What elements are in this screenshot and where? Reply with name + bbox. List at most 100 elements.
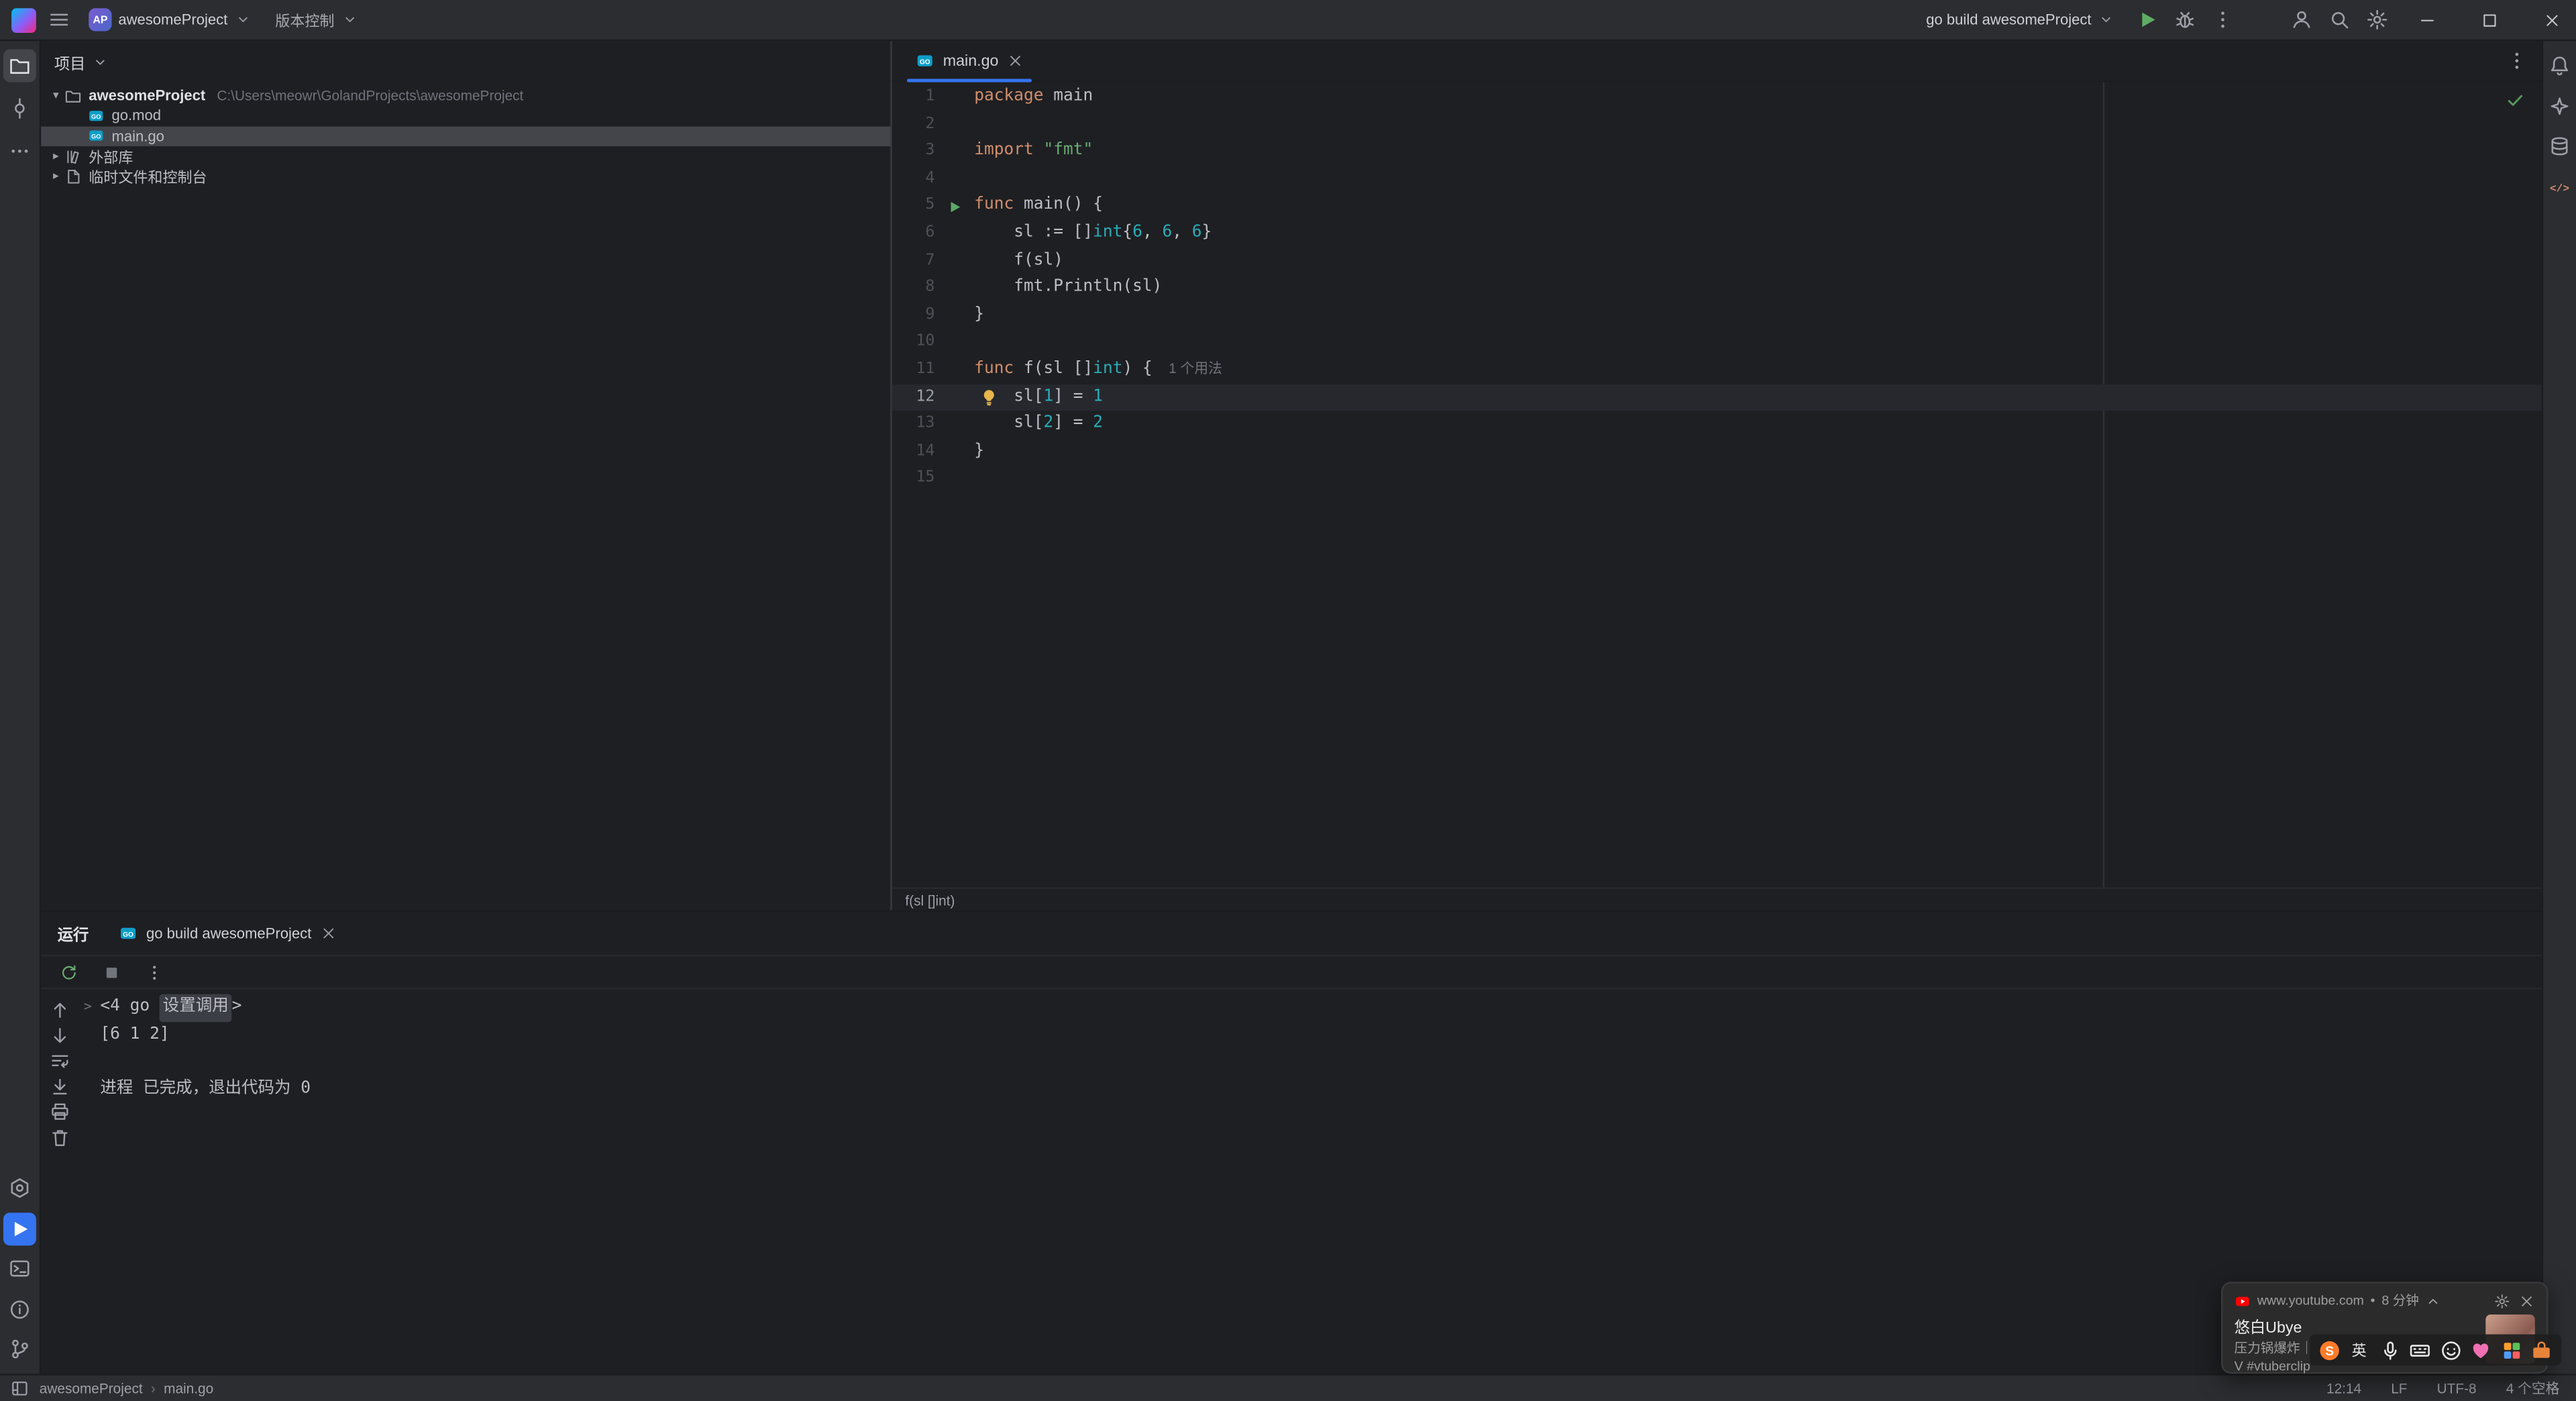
tree-item[interactable]: GO main.go: [41, 125, 891, 146]
code-line[interactable]: 11 func f(sl []int) {1 个用法: [892, 356, 2542, 384]
maximize-button[interactable]: [2466, 0, 2514, 40]
ai-assistant-button[interactable]: [2543, 89, 2576, 122]
run-tab[interactable]: GO go build awesomeProject: [118, 923, 336, 943]
chevron-up-icon[interactable]: [2426, 1292, 2442, 1308]
soft-wrap-button[interactable]: [48, 1050, 70, 1072]
ime-apps-grid-icon[interactable]: [2499, 1337, 2524, 1362]
run-line-icon[interactable]: [947, 199, 963, 215]
ime-emoji-icon[interactable]: [2438, 1337, 2463, 1362]
problems-tool-button[interactable]: [3, 1292, 36, 1325]
tree-item-label: 外部库: [89, 148, 133, 166]
close-tab-icon[interactable]: [320, 925, 336, 941]
debug-button[interactable]: [2174, 8, 2196, 31]
statusbar-crumb[interactable]: awesomeProject: [40, 1380, 143, 1396]
code-token: sl := []: [974, 223, 1093, 242]
ime-lang-mode[interactable]: 英: [2347, 1337, 2371, 1362]
close-tab-icon[interactable]: [1007, 52, 1023, 68]
code-line[interactable]: 14}: [892, 438, 2542, 466]
code-line[interactable]: 6 sl := []int{6, 6, 6}: [892, 220, 2542, 248]
svg-text:GO: GO: [123, 931, 133, 939]
project-tool-button[interactable]: [3, 49, 36, 83]
code-line[interactable]: 4: [892, 166, 2542, 193]
sogou-logo-icon[interactable]: S: [2316, 1337, 2341, 1362]
code-line[interactable]: 1 package main: [892, 84, 2542, 111]
chevron-right-icon[interactable]: ▸: [48, 150, 64, 162]
code-token: f(sl []: [1014, 360, 1093, 379]
code-line[interactable]: 7 f(sl): [892, 248, 2542, 275]
code-line[interactable]: 13 sl[2] = 2: [892, 411, 2542, 439]
more-tool-windows-button[interactable]: [3, 135, 36, 168]
ime-toolbox-icon[interactable]: [2529, 1337, 2554, 1362]
code-text: func main() {: [974, 193, 1103, 220]
commit-tool-button[interactable]: [3, 92, 36, 125]
console-line[interactable]: 进程 已完成，退出代码为 0: [84, 1076, 2542, 1104]
main-menu-button[interactable]: [48, 8, 70, 31]
editor-body[interactable]: 1 package main 2 3 import "fmt" 4 5 func main()…: [892, 82, 2542, 888]
scroll-to-end-button[interactable]: [48, 1076, 70, 1098]
terminal-tool-button[interactable]: [3, 1252, 36, 1285]
code-line[interactable]: 15: [892, 466, 2542, 493]
console-line[interactable]: > <4 go 设置调用 >: [84, 994, 2542, 1022]
intention-bulb-icon[interactable]: [979, 387, 999, 407]
more-actions-button[interactable]: [2211, 8, 2234, 31]
tree-item[interactable]: ▸ 临时文件和控制台: [41, 166, 890, 187]
close-button[interactable]: [2528, 0, 2576, 40]
editor-tab-main-go[interactable]: GO main.go: [900, 40, 1038, 82]
run-button[interactable]: [2136, 8, 2159, 31]
search-everywhere-button[interactable]: [2328, 8, 2351, 31]
console-line[interactable]: [6 1 2]: [84, 1021, 2542, 1049]
services-tool-button[interactable]: [3, 1172, 36, 1204]
editor-tab-options-icon[interactable]: [2506, 49, 2528, 72]
print-button[interactable]: [48, 1102, 70, 1123]
clear-all-button[interactable]: [48, 1127, 70, 1149]
vcs-widget[interactable]: 版本控制: [268, 6, 364, 34]
goland-logo-icon[interactable]: [11, 7, 36, 32]
tree-item[interactable]: ▸ 外部库: [41, 146, 890, 166]
chevron-down-icon[interactable]: [92, 54, 108, 70]
next-occurrence-button[interactable]: [48, 1025, 70, 1046]
endpoints-button[interactable]: </>: [2543, 170, 2576, 203]
code-line[interactable]: 9}: [892, 302, 2542, 329]
indent-widget[interactable]: 4 个空格: [2506, 1379, 2560, 1398]
ime-keyboard-icon[interactable]: [2408, 1337, 2432, 1362]
ime-mic-icon[interactable]: [2377, 1337, 2402, 1362]
fold-toggle-icon[interactable]: >: [84, 994, 100, 1022]
code-line[interactable]: 12 sl[1] = 1: [892, 383, 2542, 411]
settings-button[interactable]: [2366, 8, 2389, 31]
run-tool-button[interactable]: [3, 1212, 36, 1245]
chevron-right-icon[interactable]: ▸: [48, 170, 64, 183]
tree-item[interactable]: ▾ awesomeProject C:\Users\meowr\GolandProj…: [41, 85, 890, 105]
prev-occurrence-button[interactable]: [48, 999, 70, 1021]
line-separator-widget[interactable]: LF: [2391, 1380, 2407, 1396]
notification-close-icon[interactable]: [2518, 1292, 2534, 1308]
code-line[interactable]: 2: [892, 111, 2542, 139]
statusbar-crumb[interactable]: main.go: [164, 1380, 213, 1396]
vcs-branch-tool-button[interactable]: [3, 1333, 36, 1365]
code-with-me-button[interactable]: [2290, 8, 2313, 31]
code-line[interactable]: 3 import "fmt": [892, 138, 2542, 166]
run-config-selector[interactable]: go build awesomeProject: [1919, 8, 2121, 31]
project-widget[interactable]: AP awesomeProject: [82, 5, 257, 34]
minimize-button[interactable]: [2404, 0, 2451, 40]
console-line[interactable]: [84, 1049, 2542, 1076]
line-number: 14: [916, 442, 935, 460]
console-more-button[interactable]: [142, 959, 168, 985]
database-button[interactable]: [2543, 129, 2576, 162]
breadcrumb-item[interactable]: f(sl []int): [905, 892, 955, 908]
notification-settings-icon[interactable]: [2494, 1292, 2510, 1308]
usages-hint[interactable]: 1 个用法: [1169, 360, 1222, 376]
notifications-button[interactable]: [2543, 49, 2576, 82]
chevron-down-icon[interactable]: ▾: [48, 89, 64, 102]
rerun-button[interactable]: [56, 959, 82, 985]
code-line[interactable]: 5 func main() {: [892, 193, 2542, 220]
ime-skin-icon[interactable]: [2469, 1337, 2493, 1362]
stop-button[interactable]: [99, 959, 125, 985]
caret-position-widget[interactable]: 12:14: [2326, 1380, 2361, 1396]
code-line[interactable]: 8 fmt.Println(sl): [892, 274, 2542, 302]
gutter-slot[interactable]: [934, 199, 974, 215]
folded-region[interactable]: 设置调用: [159, 994, 232, 1022]
layout-icon[interactable]: [10, 1379, 30, 1398]
encoding-widget[interactable]: UTF-8: [2437, 1380, 2477, 1396]
tree-item[interactable]: GO go.mod: [41, 105, 890, 125]
code-line[interactable]: 10: [892, 329, 2542, 357]
